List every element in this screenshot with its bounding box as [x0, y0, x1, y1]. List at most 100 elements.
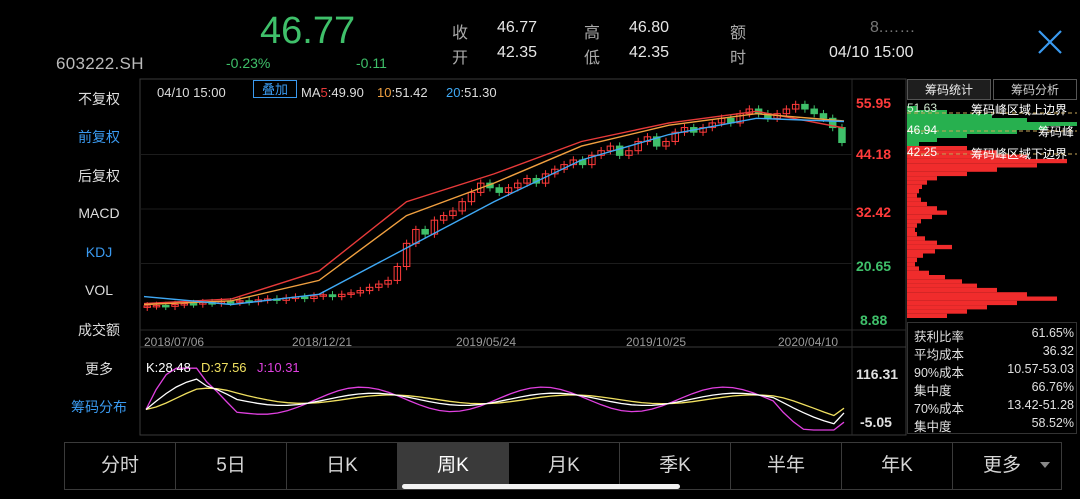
ma10-legend: 10:51.42	[377, 85, 428, 100]
chip-bar-loss	[907, 214, 932, 220]
stat-row: 集中度 66.76%	[914, 380, 1074, 398]
candlestick-series	[143, 100, 846, 311]
candle-body	[300, 296, 309, 300]
chip-bar-loss	[907, 219, 921, 224]
date-tick-label: 2020/04/10	[778, 335, 839, 349]
chip-panel-tabs: 筹码统计 筹码分析	[907, 79, 1077, 100]
chip-bar-loss	[907, 287, 997, 293]
candle-body	[189, 303, 198, 306]
candle-body	[801, 103, 809, 110]
stat-row: 90%成本 10.57-53.03	[914, 362, 1074, 380]
chip-bar-loss	[907, 275, 945, 280]
tab-chip-stats[interactable]: 筹码统计	[907, 79, 991, 100]
stat-row: 平均成本 36.32	[914, 344, 1074, 362]
chip-bar-loss	[907, 167, 997, 172]
candle-body	[810, 108, 818, 115]
ma5-legend: MA5:49.90	[301, 85, 364, 100]
stat-row: 获利比率 61.65%	[914, 326, 1074, 344]
chip-bar-loss	[907, 279, 962, 284]
chip-bar-loss	[907, 244, 952, 250]
chip-upper-label: 筹码峰区域上边界	[971, 103, 1068, 117]
ma-line-ma20	[143, 117, 845, 306]
tab-weekly-k[interactable]: 周K	[398, 443, 509, 489]
chip-bar-loss	[907, 223, 917, 228]
chip-bar-loss	[907, 253, 923, 258]
chip-peak-price: 46.94	[907, 123, 938, 137]
chip-bar-loss	[907, 206, 937, 211]
date-tick-label: 2019/10/25	[626, 335, 687, 349]
chip-bar-profit	[907, 118, 1027, 122]
chart-border	[139, 78, 907, 436]
price-tick-label: 8.88	[860, 312, 888, 328]
tab-daily-k[interactable]: 日K	[287, 443, 398, 489]
chip-bar-loss	[907, 163, 1037, 168]
chip-bar-loss	[907, 232, 917, 237]
chip-bar-loss	[907, 210, 947, 215]
chip-bar-loss	[907, 309, 967, 314]
chip-bar-profit	[907, 138, 937, 142]
chip-bar-loss	[907, 283, 977, 288]
kdj-d-legend: D:37.56	[201, 360, 247, 375]
tab-monthly-k[interactable]: 月K	[509, 443, 620, 489]
crosshair-date: 04/10 15:00	[157, 85, 226, 100]
price-tick-label: 44.18	[856, 146, 892, 162]
chip-bar-loss	[907, 189, 919, 194]
date-tick-label: 2018/12/21	[292, 335, 353, 349]
chip-bar-loss	[907, 201, 927, 207]
date-tick-label: 2018/07/06	[144, 335, 205, 349]
chip-bar-loss	[907, 262, 915, 267]
chip-bar-loss	[907, 270, 929, 275]
price-tick-label: 55.95	[856, 95, 892, 111]
kdj-lines	[145, 367, 845, 431]
kdj-tick-label: -5.05	[860, 414, 892, 430]
stat-row: 70%成本 13.42-51.28	[914, 398, 1074, 416]
chip-bar-loss	[907, 300, 1017, 306]
chip-bar-loss	[907, 176, 937, 181]
chip-bar-loss	[907, 171, 967, 177]
chip-bar-loss	[907, 292, 1027, 297]
chip-upper-price: 51.63	[907, 101, 938, 115]
date-tick-label: 2019/05/24	[456, 335, 517, 349]
candle-body	[819, 113, 828, 119]
moving-average-lines	[143, 110, 845, 306]
chip-bar-loss	[907, 184, 922, 189]
chip-bar-loss	[907, 257, 917, 263]
stat-row: 集中度 58.52%	[914, 416, 1074, 434]
chip-bar-loss	[907, 180, 927, 185]
candle-body	[495, 187, 503, 193]
kdj-k-line	[145, 378, 845, 425]
candle-body	[838, 127, 846, 144]
candle-body	[421, 228, 429, 235]
candle-body	[615, 145, 624, 156]
chip-bar-loss	[907, 313, 947, 318]
price-tick-label: 20.65	[856, 258, 892, 274]
tab-intraday[interactable]: 分时	[65, 443, 176, 489]
ma-line-ma5	[143, 110, 845, 305]
tab-5day[interactable]: 5日	[176, 443, 287, 489]
chip-bar-loss	[907, 296, 1057, 301]
chip-bar-loss	[907, 227, 915, 232]
candle-body	[162, 304, 170, 308]
price-tick-label: 32.42	[856, 204, 892, 220]
kdj-k-legend: K:28.48	[146, 360, 191, 375]
chip-bar-loss	[907, 305, 987, 310]
chip-lower-label: 筹码峰区域下边界	[971, 147, 1068, 161]
chip-bar-loss	[907, 266, 919, 271]
overlay-button[interactable]: 叠加	[253, 80, 297, 98]
chip-bar-loss	[907, 249, 935, 254]
tab-chip-analysis[interactable]: 筹码分析	[993, 79, 1077, 100]
kdj-tick-label: 116.31	[856, 366, 899, 382]
chip-bar-loss	[907, 197, 921, 202]
chip-bar-loss	[907, 193, 917, 198]
chip-peak-label: 筹码峰	[1038, 125, 1075, 139]
chip-lower-price: 42.25	[907, 145, 938, 159]
tab-half-year[interactable]: 半年	[731, 443, 842, 489]
tab-quarterly-k[interactable]: 季K	[620, 443, 731, 489]
chip-stats-box: 获利比率 61.65% 平均成本 36.32 90%成本 10.57-53.03 集中…	[907, 322, 1077, 434]
candle-body	[328, 294, 337, 298]
period-tabs: 分时 5日 日K 周K 月K 季K 半年 年K 更多	[64, 442, 1062, 490]
kdj-j-line	[145, 367, 845, 431]
chart-frame	[139, 78, 907, 436]
tab-yearly-k[interactable]: 年K	[842, 443, 953, 489]
chip-bar-loss	[907, 240, 937, 245]
